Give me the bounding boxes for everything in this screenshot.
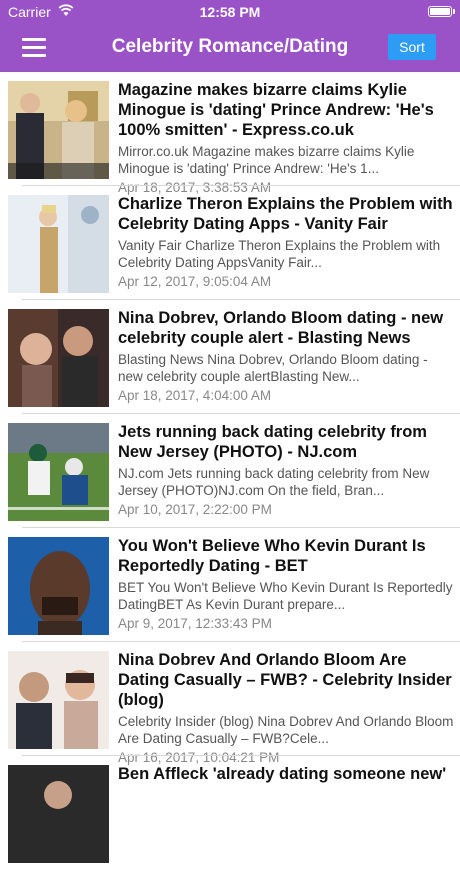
list-item[interactable]: Jets running back dating celebrity from … <box>0 414 460 528</box>
list-item[interactable]: You Won't Believe Who Kevin Durant Is Re… <box>0 528 460 642</box>
article-title: Charlize Theron Explains the Problem wit… <box>118 195 453 233</box>
article-thumbnail <box>8 423 109 521</box>
battery-icon <box>428 6 455 17</box>
article-title: Jets running back dating celebrity from … <box>118 423 427 461</box>
clock: 12:58 PM <box>199 4 261 20</box>
list-item[interactable]: Ben Affleck 'already dating someone new' <box>0 756 460 870</box>
list-item[interactable]: Nina Dobrev, Orlando Bloom dating - new … <box>0 300 460 414</box>
list-item[interactable]: Magazine makes bizarre claims Kylie Mino… <box>0 72 460 195</box>
article-summary: Celebrity Insider (blog) Nina Dobrev And… <box>118 714 454 746</box>
article-summary <box>118 787 454 821</box>
article-title: Magazine makes bizarre claims Kylie Mino… <box>118 81 434 139</box>
article-thumbnail <box>8 309 109 407</box>
article-summary: NJ.com Jets running back dating celebrit… <box>118 466 430 498</box>
article-date: Apr 9, 2017, 12:33:43 PM <box>118 616 272 631</box>
list-item[interactable]: Charlize Theron Explains the Problem wit… <box>0 186 460 300</box>
article-summary: Blasting News Nina Dobrev, Orlando Bloom… <box>118 352 428 384</box>
article-date: Apr 10, 2017, 2:22:00 PM <box>118 502 272 517</box>
list-item[interactable]: Nina Dobrev And Orlando Bloom Are Dating… <box>0 642 460 765</box>
article-thumbnail <box>8 195 109 293</box>
article-title: Nina Dobrev And Orlando Bloom Are Dating… <box>118 651 452 709</box>
article-thumbnail <box>8 81 109 179</box>
nav-bar: Celebrity Romance/Dating Sort <box>0 24 460 72</box>
article-title: Ben Affleck 'already dating someone new' <box>118 765 447 783</box>
article-date: Apr 12, 2017, 9:05:04 AM <box>118 274 272 289</box>
article-summary: Mirror.co.uk Magazine makes bizarre clai… <box>118 144 415 176</box>
article-date: Apr 18, 2017, 4:04:00 AM <box>118 388 272 403</box>
article-summary: Vanity Fair Charlize Theron Explains the… <box>118 238 441 270</box>
sort-button[interactable]: Sort <box>388 34 436 60</box>
article-thumbnail <box>8 651 109 749</box>
article-title: You Won't Believe Who Kevin Durant Is Re… <box>118 537 426 575</box>
status-bar: Carrier 12:58 PM <box>0 0 460 24</box>
article-thumbnail <box>8 537 109 635</box>
article-summary: BET You Won't Believe Who Kevin Durant I… <box>118 580 453 612</box>
article-list: Magazine makes bizarre claims Kylie Mino… <box>0 72 460 870</box>
article-thumbnail <box>8 765 109 863</box>
article-title: Nina Dobrev, Orlando Bloom dating - new … <box>118 309 444 347</box>
